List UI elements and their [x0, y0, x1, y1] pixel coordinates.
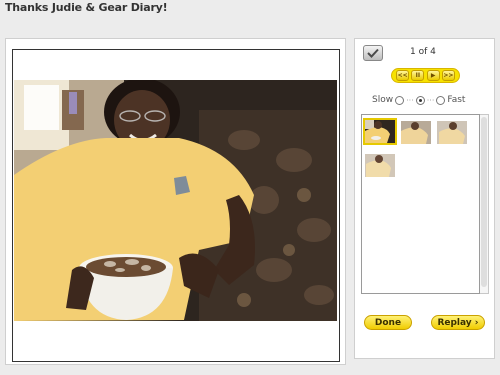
- slow-label: Slow: [372, 95, 394, 105]
- viewer-frame: [5, 38, 346, 365]
- thumbnail-4[interactable]: [365, 154, 395, 177]
- main-photo[interactable]: [14, 80, 337, 321]
- slide-counter: 1 of 4: [410, 47, 436, 57]
- replay-button[interactable]: Replay ›: [431, 315, 485, 330]
- thumbnail-list: [361, 114, 480, 294]
- control-panel: 1 of 4 << II ▶ >> Slow ··· ··· Fast Done…: [354, 38, 495, 359]
- speed-slow-radio[interactable]: [395, 95, 405, 105]
- done-button[interactable]: Done: [364, 315, 412, 330]
- thumbnail-1[interactable]: [363, 118, 397, 145]
- thumbnail-scrollbar[interactable]: [480, 114, 489, 294]
- page-title: Thanks Judie & Gear Diary!: [5, 1, 168, 14]
- separator: ···: [426, 95, 435, 105]
- first-slide-button[interactable]: <<: [396, 70, 410, 81]
- speed-medium-radio[interactable]: [415, 95, 425, 105]
- speed-fast-radio[interactable]: [436, 95, 446, 105]
- pause-button[interactable]: II: [411, 70, 425, 81]
- separator: ···: [406, 95, 414, 105]
- select-toggle-button[interactable]: [363, 45, 383, 61]
- last-slide-button[interactable]: >>: [441, 70, 455, 81]
- thumbnail-2[interactable]: [401, 121, 431, 144]
- thumbnail-3[interactable]: [437, 121, 467, 144]
- fast-label: Fast: [447, 95, 466, 105]
- scrollbar-thumb[interactable]: [481, 117, 487, 287]
- checkmark-icon: [367, 48, 379, 58]
- playback-controls: << II ▶ >>: [391, 68, 460, 83]
- next-slide-button[interactable]: ▶: [426, 70, 440, 81]
- speed-selector: Slow ··· ··· Fast: [372, 95, 465, 105]
